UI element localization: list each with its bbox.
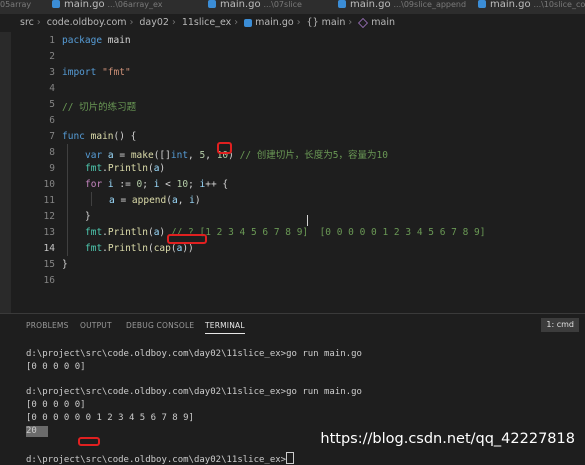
indent-guide <box>67 144 68 256</box>
code-line: a = append(a, i) <box>109 195 201 206</box>
terminal-line: [0 0 0 0 0 0 1 2 3 4 5 6 7 8 9] <box>26 413 194 423</box>
code-comment: // 切片的练习题 <box>62 102 137 113</box>
breadcrumb-item[interactable]: 11slice_ex <box>182 17 231 28</box>
code-line: for i := 0; i < 10; i++ { <box>85 179 229 190</box>
line-number: 11 <box>43 195 55 206</box>
chevron-right-icon: › <box>171 17 176 28</box>
code-editor[interactable]: 1 2 3 4 5 6 7 8 9 10 11 12 13 14 15 16 p… <box>11 32 585 310</box>
go-file-icon <box>338 0 346 8</box>
chevron-right-icon: › <box>36 17 41 28</box>
breadcrumb-item[interactable]: main <box>371 17 395 28</box>
terminal-cursor-icon <box>286 452 295 464</box>
breadcrumb-item[interactable]: main.go <box>255 17 294 28</box>
line-number: 12 <box>43 211 55 222</box>
line-number: 2 <box>49 51 55 62</box>
code-line: var a = make([]int, 5, 10) // 创建切片，长度为5，… <box>85 150 388 161</box>
annotation-red-box <box>217 142 232 154</box>
breadcrumb-item[interactable]: {} main <box>307 17 346 28</box>
chevron-right-icon: › <box>129 17 134 28</box>
annotation-red-box <box>167 234 207 244</box>
line-number: 9 <box>49 163 55 174</box>
terminal-line: d:\project\src\code.oldboy.com\day02\11s… <box>26 349 362 359</box>
terminal-line: 20 <box>26 426 37 436</box>
code-line: } <box>85 211 91 222</box>
line-number: 13 <box>43 227 55 238</box>
line-number: 5 <box>49 99 55 110</box>
line-number: 3 <box>49 67 55 78</box>
tab-terminal[interactable]: TERMINAL <box>205 321 245 334</box>
tab-problems[interactable]: PROBLEMS <box>26 321 69 330</box>
line-number: 6 <box>49 115 55 126</box>
code-line: fmt.Println(a) // ? [1 2 3 4 5 6 7 8 9] … <box>85 227 486 238</box>
code-line-active: fmt.Println(cap(a)) <box>85 243 194 254</box>
go-file-icon <box>208 0 216 8</box>
line-number: 10 <box>43 179 55 190</box>
terminal-prompt[interactable]: d:\project\src\code.oldboy.com\day02\11s… <box>26 452 295 465</box>
terminal-line: [0 0 0 0 0] <box>26 400 86 410</box>
go-file-icon <box>478 0 486 8</box>
terminal-line: d:\project\src\code.oldboy.com\day02\11s… <box>26 387 362 397</box>
go-file-icon <box>52 0 60 8</box>
watermark: https://blog.csdn.net/qq_42227818 <box>320 431 575 447</box>
line-number: 4 <box>49 83 55 94</box>
editor-tab[interactable]: main.go ...\07slice <box>208 0 302 14</box>
code-line: package main <box>62 35 131 46</box>
method-icon <box>358 18 369 28</box>
editor-tab[interactable]: main.go ...\09slice_append <box>338 0 466 14</box>
line-number: 1 <box>49 35 55 46</box>
tab-output[interactable]: OUTPUT <box>80 321 112 330</box>
breadcrumb-item[interactable]: src <box>20 17 34 28</box>
tab-debug-console[interactable]: DEBUG CONSOLE <box>126 321 194 330</box>
line-number: 16 <box>43 275 55 286</box>
code-line: } <box>62 259 68 270</box>
code-line: func main() { <box>62 131 137 142</box>
breadcrumb-item[interactable]: code.oldboy.com <box>47 17 127 28</box>
breadcrumb-item[interactable]: day02 <box>139 17 169 28</box>
chevron-right-icon: › <box>348 17 353 28</box>
editor-tab[interactable]: main.go ...\06array_ex <box>52 0 163 14</box>
line-number: 8 <box>49 147 55 158</box>
breadcrumb: src › code.oldboy.com › day02 › 11slice_ex ›… <box>0 14 585 32</box>
line-number: 15 <box>43 259 55 270</box>
chevron-right-icon: › <box>296 17 301 28</box>
editor-tab[interactable]: main.go ...\10slice_cop <box>478 0 585 14</box>
go-file-icon <box>244 19 253 27</box>
terminal-selector[interactable]: 1: cmd <box>541 318 579 332</box>
line-number: 7 <box>49 131 55 142</box>
annotation-red-box <box>78 437 100 446</box>
code-line: import "fmt" <box>62 67 131 78</box>
editor-tab-bar: 05array main.go ...\06array_ex main.go .… <box>0 0 585 14</box>
terminal-line: [0 0 0 0 0] <box>26 362 86 372</box>
indent-guide <box>91 192 92 206</box>
code-line: fmt.Println(a) <box>85 163 166 174</box>
chevron-right-icon: › <box>234 17 239 28</box>
text-cursor-icon <box>307 215 308 226</box>
line-number-active: 14 <box>43 243 55 254</box>
editor-tab[interactable]: 05array <box>0 0 31 14</box>
